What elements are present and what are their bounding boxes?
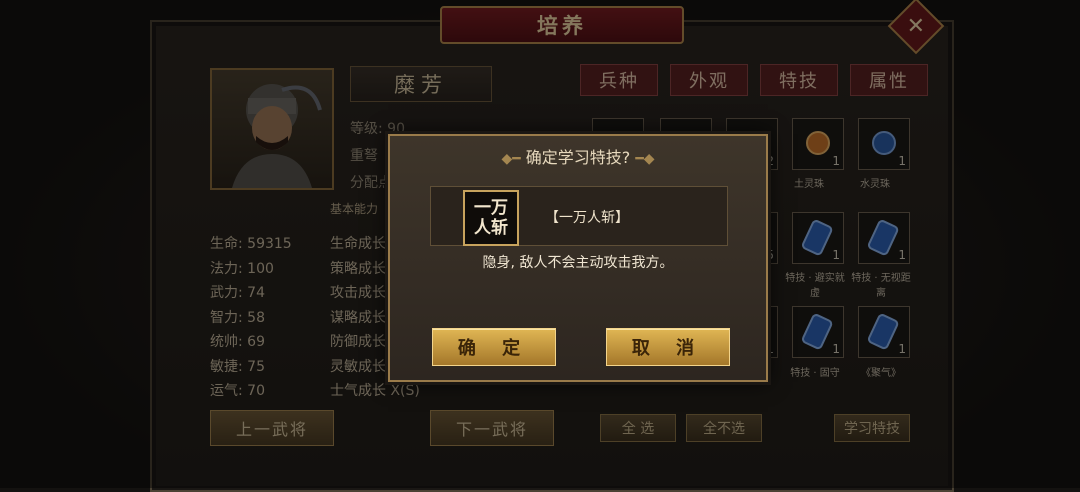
skill-icon-line2: 人斩 bbox=[474, 218, 508, 238]
skill-panel: 一万 人斩 【一万人斩】 bbox=[430, 186, 728, 246]
skill-name: 【一万人斩】 bbox=[545, 210, 629, 226]
right-ornament-icon: ━◆ bbox=[635, 151, 655, 167]
dialog-title-row: ◆━ 确定学习特技? ━◆ bbox=[390, 144, 766, 168]
confirm-button[interactable]: 确 定 bbox=[432, 328, 556, 366]
left-ornament-icon: ◆━ bbox=[501, 151, 521, 167]
dialog-title: 确定学习特技? bbox=[525, 148, 631, 167]
confirm-dialog: ◆━ 确定学习特技? ━◆ 一万 人斩 【一万人斩】 隐身, 敌人不会主动攻击我… bbox=[388, 134, 768, 382]
skill-icon: 一万 人斩 bbox=[463, 190, 519, 246]
skill-icon-line1: 一万 bbox=[474, 198, 508, 218]
skill-description: 隐身, 敌人不会主动攻击我方。 bbox=[482, 255, 674, 271]
cancel-button[interactable]: 取 消 bbox=[606, 328, 730, 366]
